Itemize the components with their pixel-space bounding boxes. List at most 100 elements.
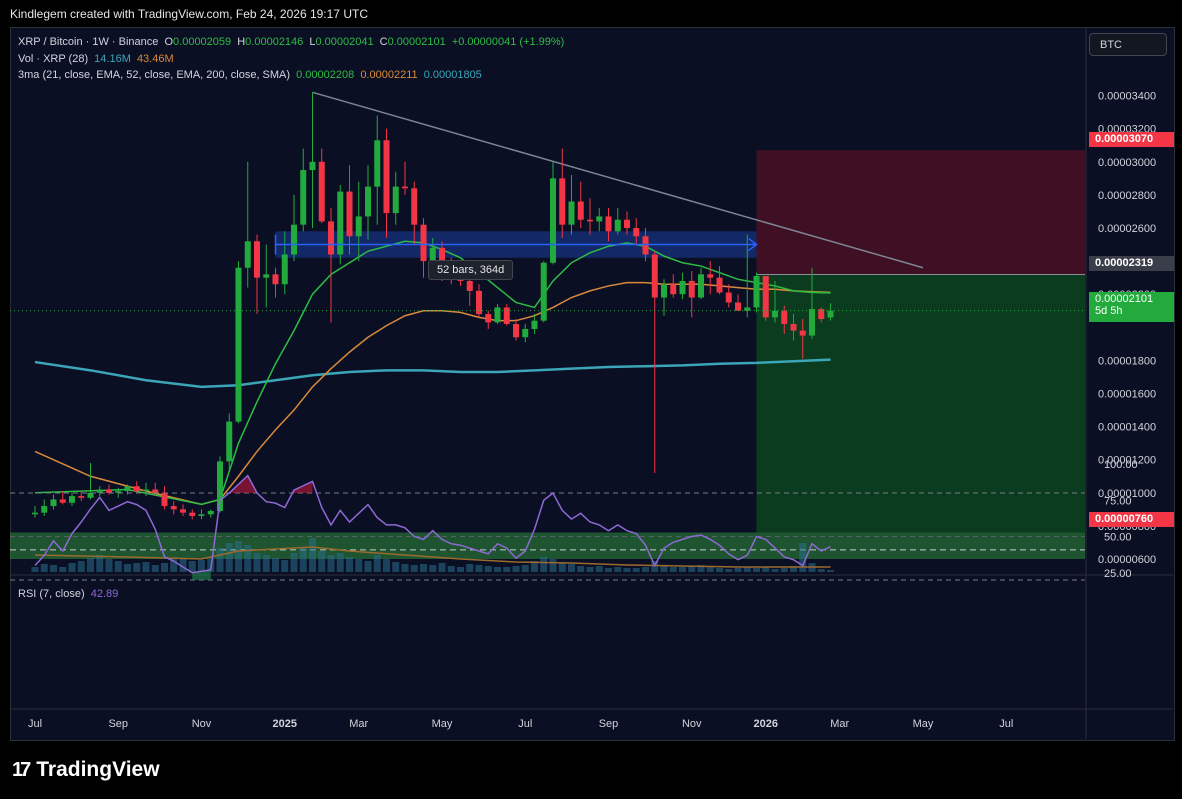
candle-body	[328, 221, 334, 255]
sma200-line	[34, 358, 831, 389]
candle-body	[198, 514, 205, 516]
candle-body	[513, 323, 519, 338]
candle-body	[170, 506, 177, 510]
candle-body	[540, 262, 547, 321]
volume-bar	[586, 567, 594, 572]
bar-countdown: 5d 5h	[1095, 305, 1123, 317]
volume-bar	[503, 567, 511, 572]
tradingview-logo: 17 TradingView	[12, 758, 160, 782]
chart-attribution: Kindlegem created with TradingView.com, …	[10, 7, 368, 21]
candle-body	[189, 512, 196, 516]
candle-body	[670, 284, 677, 295]
candle-body	[485, 314, 492, 323]
candle-body	[87, 492, 94, 498]
candle-body	[651, 254, 658, 298]
price-legend: XRP / Bitcoin · 1W · Binance O0.00002059…	[18, 36, 567, 48]
volume-bar	[124, 564, 131, 572]
volume-bar	[688, 566, 696, 572]
volume-legend: Vol · XRP (28) 14.16M 43.46M	[18, 53, 177, 65]
volume-bar	[623, 568, 631, 572]
position-reward-zone	[756, 274, 1085, 533]
candle-body	[374, 140, 381, 187]
volume-bar	[614, 567, 622, 572]
candle-body	[124, 486, 131, 492]
candle-body	[661, 284, 667, 298]
candle-body	[41, 506, 48, 513]
ema52-value: 0.00002211	[360, 69, 418, 81]
last-price-tag: 0.00002101 5d 5h	[1089, 292, 1174, 322]
volume-label: Vol · XRP (28)	[18, 53, 89, 65]
time-tick-label: Sep	[599, 718, 619, 730]
candle-body	[781, 310, 788, 324]
rsi-tick-label: 100.00	[1104, 459, 1138, 471]
volume-bar	[679, 567, 686, 572]
candle-body	[106, 489, 112, 493]
candle-body	[161, 492, 168, 507]
candle-body	[180, 509, 186, 513]
volume-bar	[743, 567, 751, 572]
volume-bar	[225, 543, 233, 572]
volume-bar	[521, 565, 529, 572]
legend-close-value: 0.00002101	[387, 36, 446, 48]
candle-body	[753, 275, 760, 308]
candle-body	[790, 323, 797, 331]
rsi-tick-label: 50.00	[1104, 532, 1132, 544]
candle-body	[244, 241, 251, 268]
volume-bar	[725, 569, 733, 572]
chart-canvas[interactable]: 0.000034000.000032000.000030000.00002800…	[10, 27, 1173, 739]
volume-bar	[771, 569, 779, 572]
candle-body	[263, 274, 270, 278]
ema21-value: 0.00002208	[296, 69, 355, 81]
volume-bar	[392, 562, 400, 572]
sma200-value: 0.00001805	[423, 69, 482, 81]
volume-bar	[244, 545, 252, 572]
volume-bar	[401, 564, 409, 572]
entry-price-tag: 0.00002319	[1089, 256, 1174, 271]
candle-body	[392, 186, 399, 214]
candle-body	[688, 280, 695, 298]
candle-body	[309, 161, 316, 171]
legend-high-value: 0.00002146	[245, 36, 304, 48]
candle-body	[50, 499, 57, 507]
volume-bar	[540, 557, 548, 572]
candle-body	[522, 328, 529, 338]
symbol-button[interactable]: BTC	[1089, 33, 1167, 56]
tradingview-mark-icon: 17	[12, 759, 31, 781]
volume-bar	[484, 566, 492, 572]
legend-low-value: 0.00002041	[315, 36, 374, 48]
volume-bar	[762, 567, 770, 572]
target-price-tag: 0.00000760	[1089, 512, 1174, 527]
volume-bar	[410, 565, 418, 572]
volume-bar	[457, 567, 464, 572]
candle-body	[318, 161, 325, 222]
volume-bar	[447, 566, 455, 572]
candle-body	[799, 330, 806, 336]
candle-body	[827, 310, 834, 318]
rsi-tick-label: 75.00	[1104, 495, 1132, 507]
candle-body	[762, 275, 769, 318]
volume-bar	[40, 564, 48, 572]
volume-bar	[327, 555, 335, 572]
volume-bar	[309, 538, 316, 572]
volume-bar	[383, 559, 390, 572]
candle-body	[568, 201, 575, 225]
candle-body	[624, 219, 630, 228]
price-tick-label: 0.00001800	[1098, 355, 1156, 367]
candle-body	[355, 216, 362, 237]
volume-bar	[281, 560, 289, 572]
candle-body	[494, 307, 501, 323]
candle-body	[32, 512, 38, 515]
last-price-value: 0.00002101	[1095, 293, 1154, 305]
candle-body	[226, 421, 233, 462]
volume-bar	[632, 568, 640, 572]
rsi-label: RSI (7, close)	[18, 588, 85, 600]
candle-body	[402, 186, 408, 189]
volume-bar	[660, 566, 668, 572]
volume-bar	[105, 559, 113, 572]
volume-bar	[558, 563, 566, 572]
volume-bar	[669, 567, 677, 572]
volume-bar	[429, 565, 437, 572]
time-tick-label: 2026	[754, 718, 778, 730]
candle-body	[818, 309, 825, 320]
volume-bar	[373, 555, 381, 572]
